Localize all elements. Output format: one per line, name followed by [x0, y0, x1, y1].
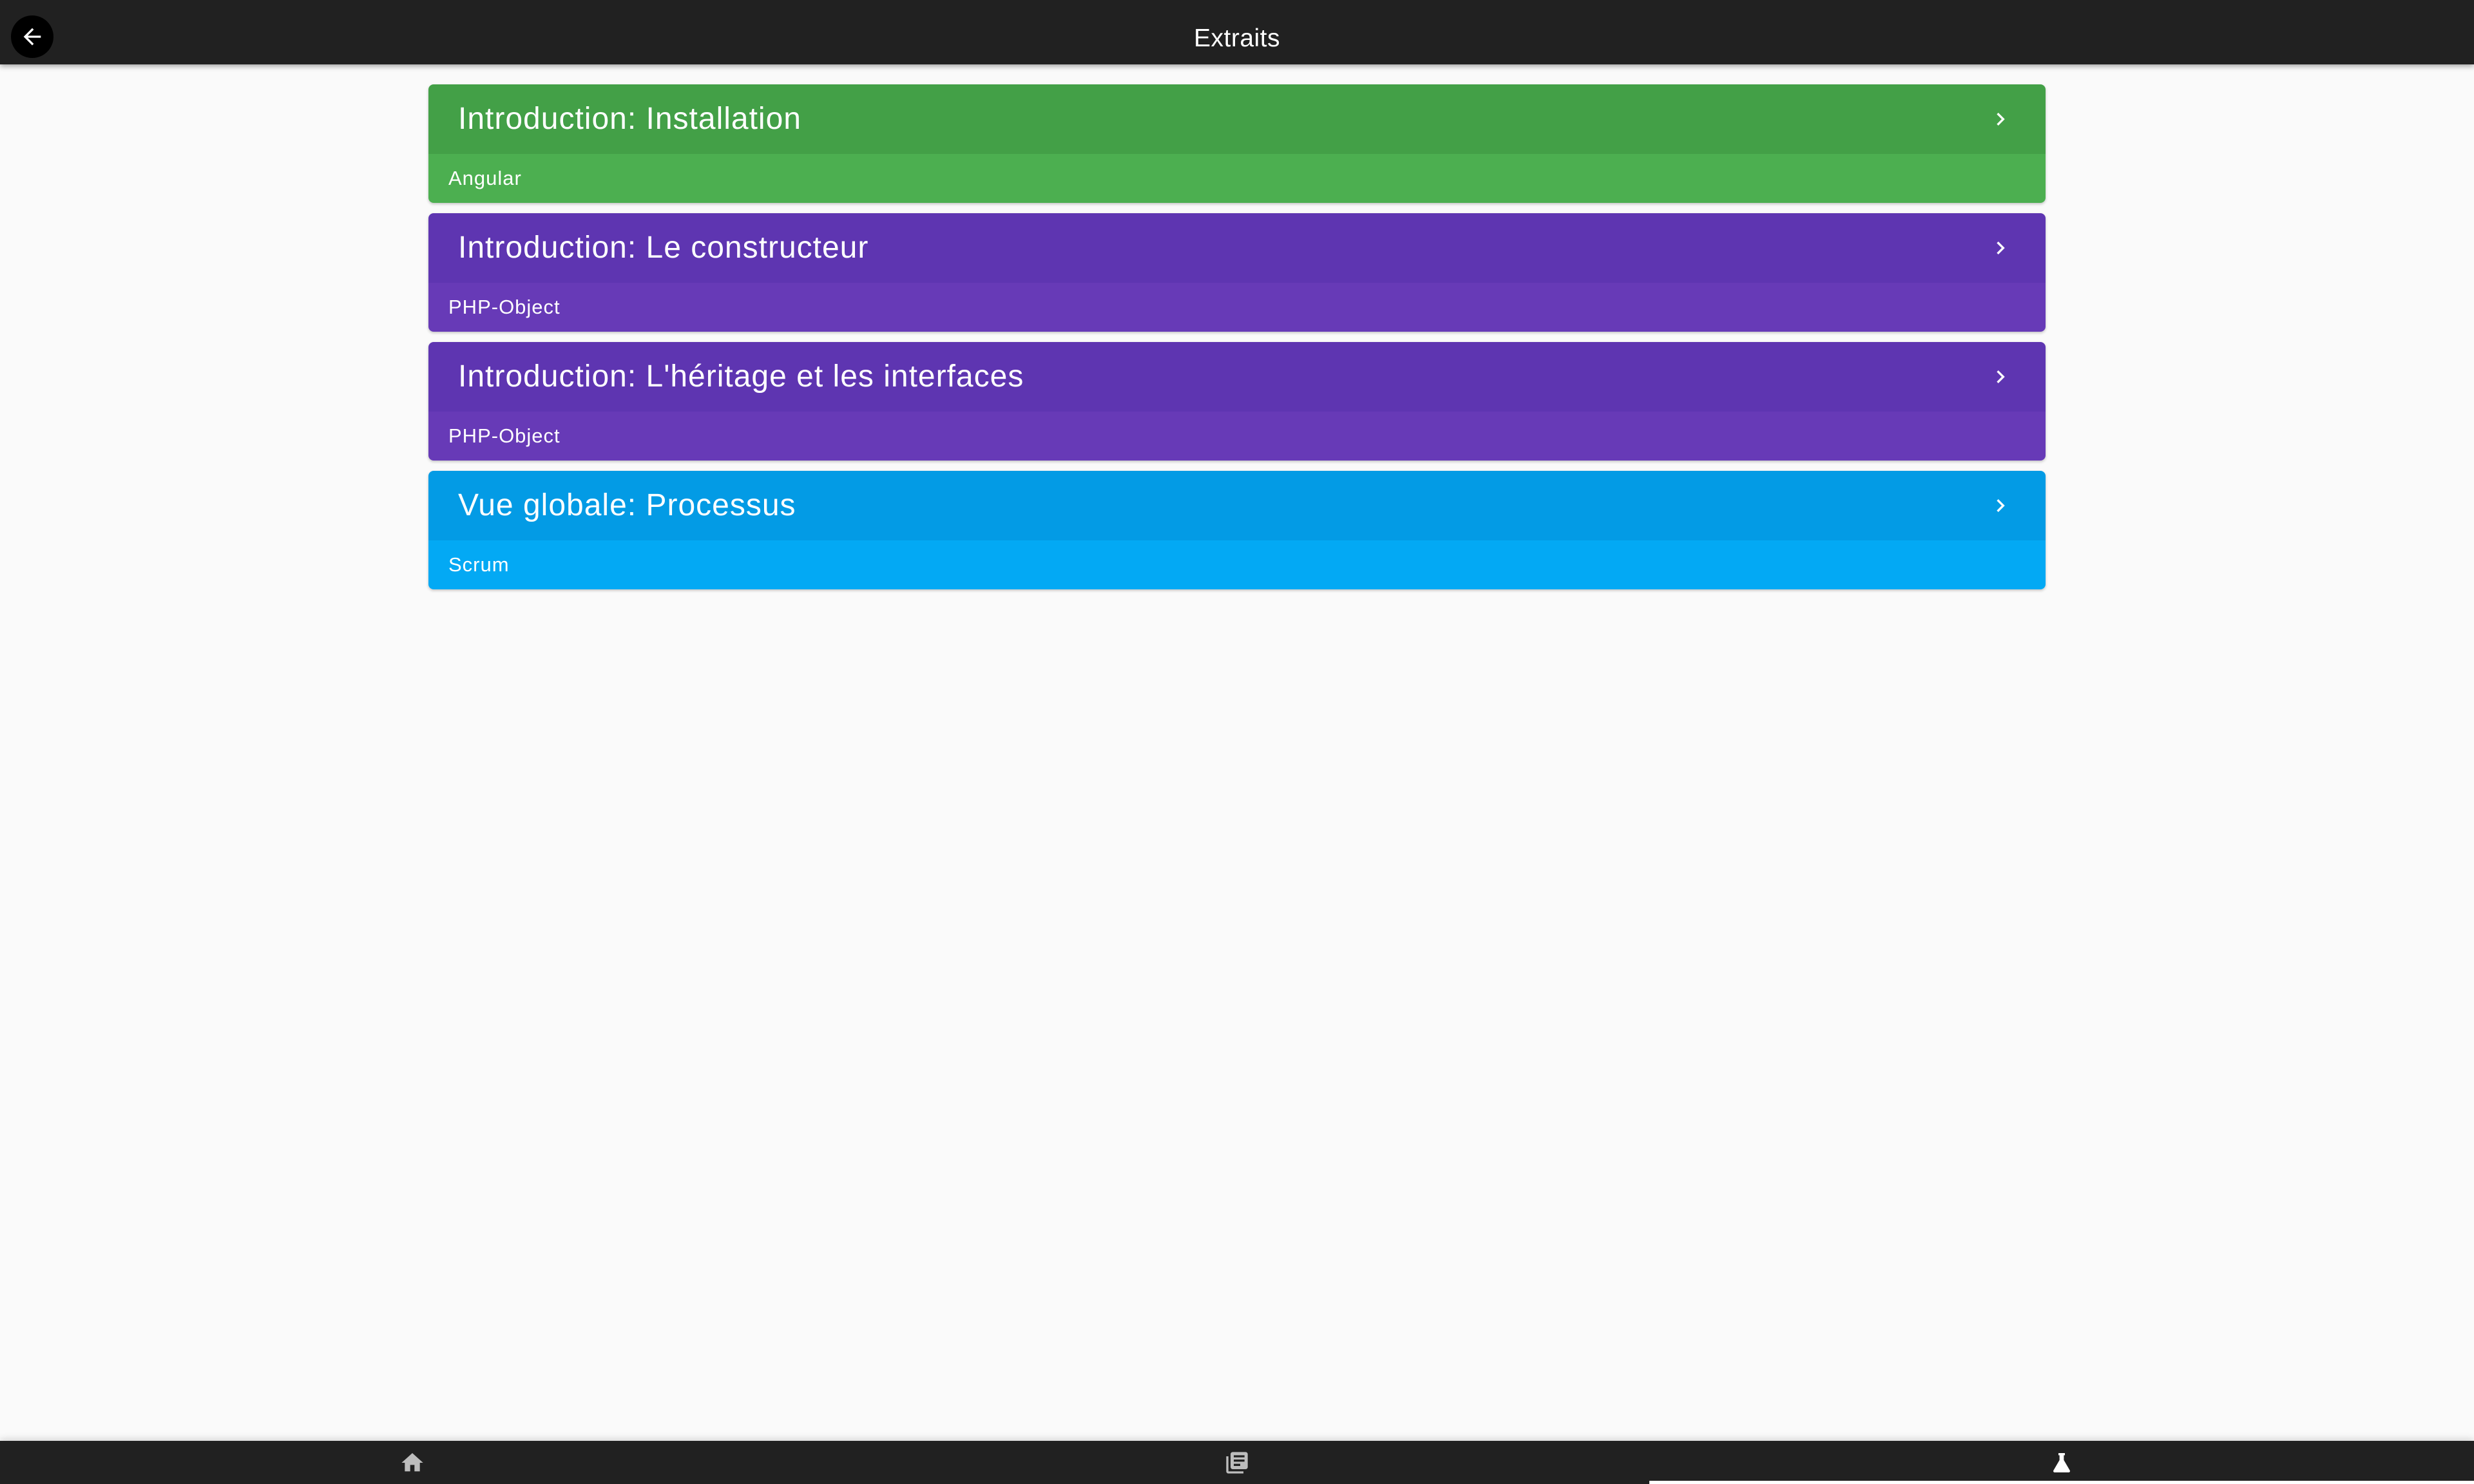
chevron-right-icon: [1997, 499, 2005, 512]
home-icon: [401, 1452, 423, 1471]
nav-item-extraits[interactable]: [1649, 1441, 2474, 1484]
card-title: Vue globale: Processus: [458, 488, 796, 522]
extract-card[interactable]: Introduction: Le constructeur PHP-Object: [428, 213, 2046, 332]
card-subtitle: PHP-Object: [428, 283, 2046, 332]
page-title: Extraits: [1193, 24, 1281, 52]
extract-card[interactable]: Vue globale: Processus Scrum: [428, 471, 2046, 589]
app-bar: Extraits: [0, 0, 2474, 64]
flask-icon: [2053, 1452, 2070, 1472]
card-header: Introduction: Le constructeur: [428, 213, 2046, 283]
card-subtitle: PHP-Object: [428, 412, 2046, 461]
extract-card[interactable]: Introduction: L'héritage et les interfac…: [428, 342, 2046, 461]
extract-card[interactable]: Introduction: Installation Angular: [428, 84, 2046, 203]
nav-item-library[interactable]: [825, 1441, 1649, 1484]
card-title: Introduction: Le constructeur: [458, 231, 869, 265]
card-header: Vue globale: Processus: [428, 471, 2046, 540]
extract-list: Introduction: Installation Angular Intro…: [428, 84, 2046, 600]
chevron-right-icon: [1997, 370, 2005, 383]
card-title: Introduction: Installation: [458, 102, 801, 136]
card-header: Introduction: L'héritage et les interfac…: [428, 342, 2046, 412]
chevron-right-icon: [1997, 113, 2005, 126]
card-subtitle: Scrum: [428, 540, 2046, 589]
bottom-navigation: [0, 1441, 2474, 1484]
card-subtitle: Angular: [428, 154, 2046, 203]
nav-item-home[interactable]: [0, 1441, 825, 1484]
active-tab-indicator: [1649, 1481, 2474, 1484]
card-header: Introduction: Installation: [428, 84, 2046, 154]
card-title: Introduction: L'héritage et les interfac…: [458, 359, 1024, 394]
library-books-icon: [1226, 1451, 1248, 1474]
chevron-right-icon: [1997, 242, 2005, 254]
